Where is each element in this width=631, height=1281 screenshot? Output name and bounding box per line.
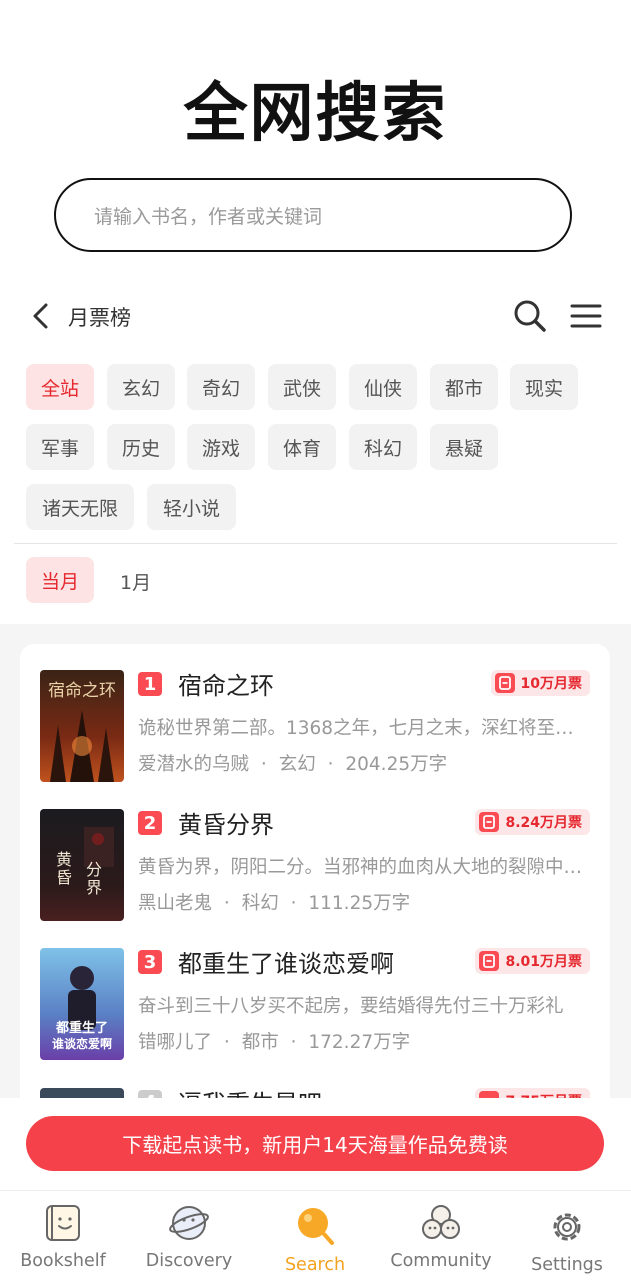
book-word-count: 204.25万字: [345, 754, 448, 775]
svg-text:都重生了: 都重生了: [55, 1020, 108, 1036]
category-chip[interactable]: 悬疑: [430, 424, 498, 470]
tab-settings[interactable]: Settings: [504, 1191, 630, 1281]
book-title: 宿命之环: [178, 672, 274, 700]
rank-badge: 2: [138, 811, 162, 835]
monthly-tickets-count: 8.24万月票: [505, 815, 582, 831]
tab-discovery[interactable]: Discovery: [126, 1191, 252, 1281]
rank-badge: 1: [138, 672, 162, 696]
search-icon[interactable]: [512, 298, 548, 334]
download-banner: 下载起点读书，新用户14天海量作品免费读: [0, 1098, 631, 1190]
community-icon: [422, 1205, 460, 1239]
period-january[interactable]: 1月: [120, 568, 151, 595]
monthly-tickets: 8.01万月票: [475, 948, 590, 974]
category-chip[interactable]: 历史: [107, 424, 175, 470]
ticket-icon: [494, 673, 515, 693]
monthly-tickets: 10万月票: [490, 670, 590, 696]
menu-icon[interactable]: [570, 300, 602, 332]
svg-text:分: 分: [86, 860, 102, 879]
book-title: 都重生了谁谈恋爱啊: [178, 950, 394, 978]
book-item[interactable]: 都重生了 谁谈恋爱啊 3 都重生了谁谈恋爱啊 8.01万月票 奋斗到三十八岁买不…: [20, 948, 610, 1068]
book-word-count: 111.25万字: [308, 893, 411, 914]
book-cover: 宿命之环: [40, 670, 124, 782]
tab-search[interactable]: Search: [252, 1191, 378, 1281]
category-chip[interactable]: 仙侠: [349, 364, 417, 410]
category-chip[interactable]: 体育: [268, 424, 336, 470]
tab-label: Search: [284, 1255, 346, 1275]
tab-bookshelf[interactable]: Bookshelf: [0, 1191, 126, 1281]
svg-text:谁谈恋爱啊: 谁谈恋爱啊: [52, 1036, 112, 1051]
book-description: 黄昏为界，阴阳二分。当邪神的血肉从大地的裂隙中流淌: [138, 857, 590, 878]
category-chip[interactable]: 军事: [26, 424, 94, 470]
rank-badge: 3: [138, 950, 162, 974]
bottom-tab-bar: Bookshelf Discovery Search Community Set…: [0, 1190, 631, 1281]
category-chip[interactable]: 奇幻: [187, 364, 255, 410]
tab-community[interactable]: Community: [378, 1191, 504, 1281]
search-input[interactable]: 请输入书名，作者或关键词: [54, 178, 572, 252]
book-meta: 黑山老鬼 · 科幻 · 111.25万字: [138, 889, 410, 915]
book-item[interactable]: 宿命之环 1 宿命之环 10万月票 诡秘世界第二部。1368之年，七月之末，深红…: [20, 670, 610, 790]
discovery-icon: [169, 1206, 209, 1240]
book-genre: 玄幻: [278, 754, 316, 775]
category-chip[interactable]: 科幻: [349, 424, 417, 470]
download-app-button[interactable]: 下载起点读书，新用户14天海量作品免费读: [26, 1116, 604, 1171]
book-author: 黑山老鬼: [138, 893, 213, 914]
meta-separator: ·: [223, 893, 230, 914]
svg-text:宿命之环: 宿命之环: [48, 681, 116, 701]
category-chip[interactable]: 现实: [510, 364, 578, 410]
category-chip[interactable]: 武侠: [268, 364, 336, 410]
book-genre: 都市: [241, 1032, 279, 1053]
book-description: 奋斗到三十八岁买不起房，要结婚得先付三十万彩礼: [138, 996, 564, 1017]
ranking-nav: 月票榜: [0, 296, 631, 336]
svg-text:黄: 黄: [56, 850, 72, 869]
period-current-month[interactable]: 当月: [26, 557, 94, 603]
book-item[interactable]: 黄 昏 分 界 2 黄昏分界 8.24万月票 黄昏为界，阴阳二分。当邪神的血肉从…: [20, 809, 610, 929]
meta-separator: ·: [290, 1032, 297, 1053]
meta-separator: ·: [327, 754, 334, 775]
book-genre: 科幻: [241, 893, 279, 914]
ticket-icon: [479, 812, 500, 832]
book-author: 错哪儿了: [138, 1032, 213, 1053]
app-logo: 全网搜索: [183, 77, 448, 151]
ranking-title: 月票榜: [68, 306, 131, 330]
svg-text:昏: 昏: [56, 868, 72, 887]
category-chip[interactable]: 玄幻: [107, 364, 175, 410]
book-meta: 错哪儿了 · 都市 · 172.27万字: [138, 1028, 410, 1054]
book-word-count: 172.27万字: [308, 1032, 411, 1053]
ranking-list: 宿命之环 1 宿命之环 10万月票 诡秘世界第二部。1368之年，七月之末，深红…: [20, 644, 610, 1114]
monthly-tickets-count: 8.01万月票: [505, 954, 582, 970]
back-arrow-icon[interactable]: [28, 300, 56, 332]
tab-label: Settings: [531, 1255, 603, 1275]
meta-separator: ·: [290, 893, 297, 914]
divider: [14, 543, 617, 544]
book-cover: 黄 昏 分 界: [40, 809, 124, 921]
settings-icon: [553, 1213, 581, 1241]
book-author: 爱潜水的乌贼: [138, 754, 250, 775]
category-chip[interactable]: 诸天无限: [26, 484, 134, 530]
category-chip[interactable]: 轻小说: [147, 484, 236, 530]
category-chip-all[interactable]: 全站: [26, 364, 94, 410]
book-cover: 都重生了 谁谈恋爱啊: [40, 948, 124, 1060]
category-chip[interactable]: 游戏: [187, 424, 255, 470]
book-meta: 爱潜水的乌贼 · 玄幻 · 204.25万字: [138, 750, 447, 776]
meta-separator: ·: [260, 754, 267, 775]
bookshelf-icon: [46, 1205, 80, 1241]
tab-label: Community: [390, 1251, 492, 1271]
category-chip[interactable]: 都市: [430, 364, 498, 410]
svg-text:界: 界: [86, 878, 102, 897]
meta-separator: ·: [223, 1032, 230, 1053]
monthly-tickets-count: 10万月票: [520, 676, 582, 692]
search-tab-icon: [298, 1208, 334, 1245]
book-description: 诡秘世界第二部。1368之年，七月之末，深红将至，命运之轮: [138, 718, 590, 739]
ticket-icon: [479, 951, 500, 971]
tab-label: Bookshelf: [20, 1251, 106, 1271]
tab-label: Discovery: [145, 1251, 233, 1271]
monthly-tickets: 8.24万月票: [475, 809, 590, 835]
book-title: 黄昏分界: [178, 811, 274, 839]
